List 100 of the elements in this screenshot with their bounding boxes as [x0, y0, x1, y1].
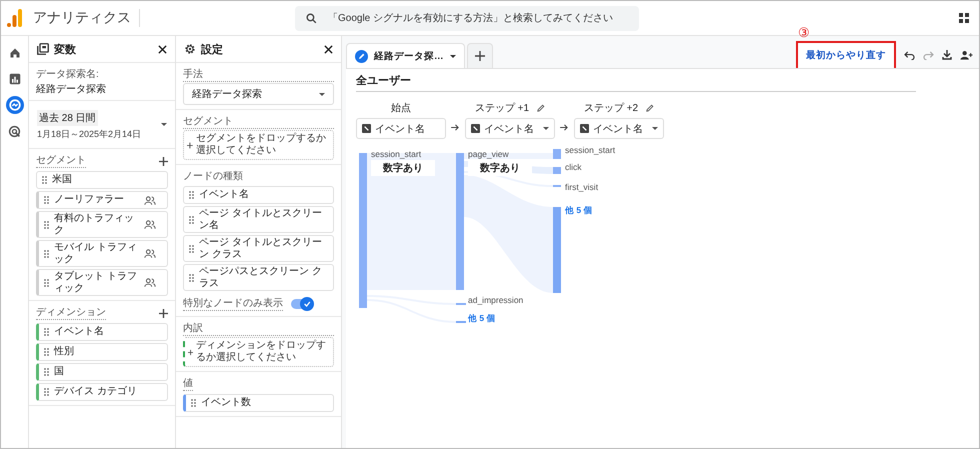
date-range: 1月18日～2025年2月14日 — [37, 128, 142, 141]
node-label: page_view — [468, 149, 509, 159]
more-nodes-link[interactable]: 他 5 個 — [565, 205, 592, 217]
drag-handle-icon — [191, 399, 196, 407]
undo-icon[interactable] — [904, 50, 915, 60]
node-label: click — [565, 162, 582, 172]
dimension-drop-zone[interactable]: ディメンションをドロップするか選択してください — [183, 337, 334, 367]
node-type-chip[interactable]: ページパスとスクリーン クラス — [183, 264, 334, 291]
search-icon — [305, 12, 318, 24]
dimension-icon — [362, 124, 371, 133]
add-icon — [187, 140, 193, 150]
section-label: セグメント — [36, 153, 86, 168]
check-icon — [303, 300, 311, 308]
restart-button[interactable]: 最初からやり直す — [796, 40, 896, 70]
sankey-node-bar[interactable] — [553, 149, 561, 159]
app-title: アナリティクス — [33, 9, 140, 27]
dimension-chip[interactable]: 性別 — [36, 343, 168, 361]
step-header: ステップ +1 — [474, 102, 530, 115]
node-type-chip[interactable]: ページ タイトルとスクリーン名 — [183, 206, 334, 233]
exploration-tab[interactable]: 経路データ探… — [346, 43, 464, 68]
toggle-switch[interactable] — [291, 299, 311, 309]
caret-icon — [319, 92, 325, 96]
pencil-icon[interactable] — [646, 104, 654, 112]
add-icon[interactable] — [159, 308, 168, 318]
swirl-icon[interactable] — [6, 96, 24, 114]
section-label: 内訳 — [183, 321, 334, 336]
drag-handle-icon — [189, 216, 194, 224]
segment-chip[interactable]: モバイル トラフィック — [36, 240, 168, 267]
node-label: ad_impression — [468, 295, 524, 305]
dimension-chip[interactable]: デバイス カテゴリ — [36, 383, 168, 401]
drag-handle-icon — [189, 244, 194, 252]
close-icon[interactable] — [324, 44, 333, 54]
step-dimension-dropdown[interactable]: イベント名 — [574, 118, 664, 139]
section-label: 手法 — [183, 67, 334, 82]
segment-drop-zone[interactable]: セグメントをドロップするか選択してください — [183, 130, 334, 160]
drag-handle-icon — [44, 220, 49, 228]
node-label: session_start — [371, 149, 422, 159]
drag-handle-icon — [44, 328, 49, 336]
panel-title: 変数 — [54, 42, 76, 56]
drag-handle-icon — [44, 368, 49, 376]
callout-note: 数字あり — [468, 160, 532, 176]
add-person-icon[interactable] — [960, 50, 973, 60]
dimension-chip[interactable]: イベント名 — [36, 323, 168, 341]
node-label: session_start — [565, 145, 616, 155]
sankey-node-bar[interactable] — [553, 167, 561, 174]
segment-chip[interactable]: 米国 — [36, 171, 168, 189]
settings-icon — [184, 43, 196, 55]
toggle-label: 特別なノードのみ表示 — [183, 296, 283, 311]
segment-chip[interactable]: タブレット トラフィック — [36, 269, 168, 296]
step-dimension-dropdown[interactable]: イベント名 — [356, 118, 446, 139]
sankey-node-bar[interactable] — [553, 207, 561, 293]
drag-handle-icon — [44, 196, 49, 204]
download-icon[interactable] — [942, 50, 952, 60]
section-label: ノードの種類 — [183, 170, 244, 183]
pencil-icon[interactable] — [537, 104, 546, 112]
metric-chip[interactable]: イベント数 — [183, 394, 334, 412]
people-icon — [144, 196, 156, 204]
date-range-picker[interactable]: 過去 28 日間 1月18日～2025年2月14日 — [29, 101, 175, 149]
dimension-icon — [471, 124, 480, 133]
add-tab-button[interactable] — [466, 43, 492, 68]
date-preset-label: 過去 28 日間 — [37, 110, 98, 126]
variables-icon — [37, 43, 49, 55]
technique-dropdown[interactable]: 経路データ探索 — [183, 83, 334, 105]
drag-handle-icon — [44, 250, 49, 258]
close-icon[interactable] — [158, 44, 167, 54]
apps-grid-icon[interactable] — [959, 13, 969, 23]
people-icon — [144, 278, 156, 287]
field-label: データ探索名: — [36, 68, 100, 81]
drag-handle-icon — [42, 176, 47, 184]
callout-note: 数字あり — [371, 160, 435, 176]
dimension-chip[interactable]: 国 — [36, 363, 168, 381]
step-dimension-dropdown[interactable]: イベント名 — [465, 118, 555, 139]
more-nodes-link[interactable]: 他 5 個 — [468, 313, 496, 325]
node-type-chip[interactable]: イベント名 — [183, 186, 334, 204]
sankey-node-bar[interactable] — [359, 153, 367, 308]
section-label: セグメント — [183, 114, 334, 129]
add-icon — [474, 51, 484, 61]
segment-title: 全ユーザー — [356, 73, 916, 92]
arrow-right-icon — [560, 124, 569, 131]
drag-handle-icon — [189, 274, 194, 282]
dimension-icon — [580, 124, 589, 133]
segment-chip[interactable]: 有料のトラフィック — [36, 211, 168, 238]
search-field[interactable]: 「Google シグナルを有効にする方法」と検索してみてください — [295, 6, 639, 30]
caret-icon — [450, 54, 456, 58]
step-header: ステップ +2 — [584, 102, 638, 115]
sankey-node-bar[interactable] — [456, 153, 464, 290]
caret-icon — [652, 127, 658, 130]
node-type-chip[interactable]: ページ タイトルとスクリーン クラス — [183, 235, 334, 262]
exploration-name[interactable]: 経路データ探索 — [36, 82, 168, 96]
caret-icon — [161, 123, 167, 126]
people-icon — [144, 249, 156, 258]
arrow-right-icon — [451, 124, 460, 131]
people-icon — [144, 220, 156, 229]
panel-title: 設定 — [201, 42, 223, 56]
add-icon[interactable] — [159, 156, 168, 166]
analytics-logo-icon — [7, 9, 23, 27]
drag-handle-icon — [44, 278, 49, 286]
section-label: ディメンション — [36, 305, 106, 320]
segment-chip[interactable]: ノーリファラー — [36, 191, 168, 209]
drag-handle-icon — [44, 388, 49, 396]
